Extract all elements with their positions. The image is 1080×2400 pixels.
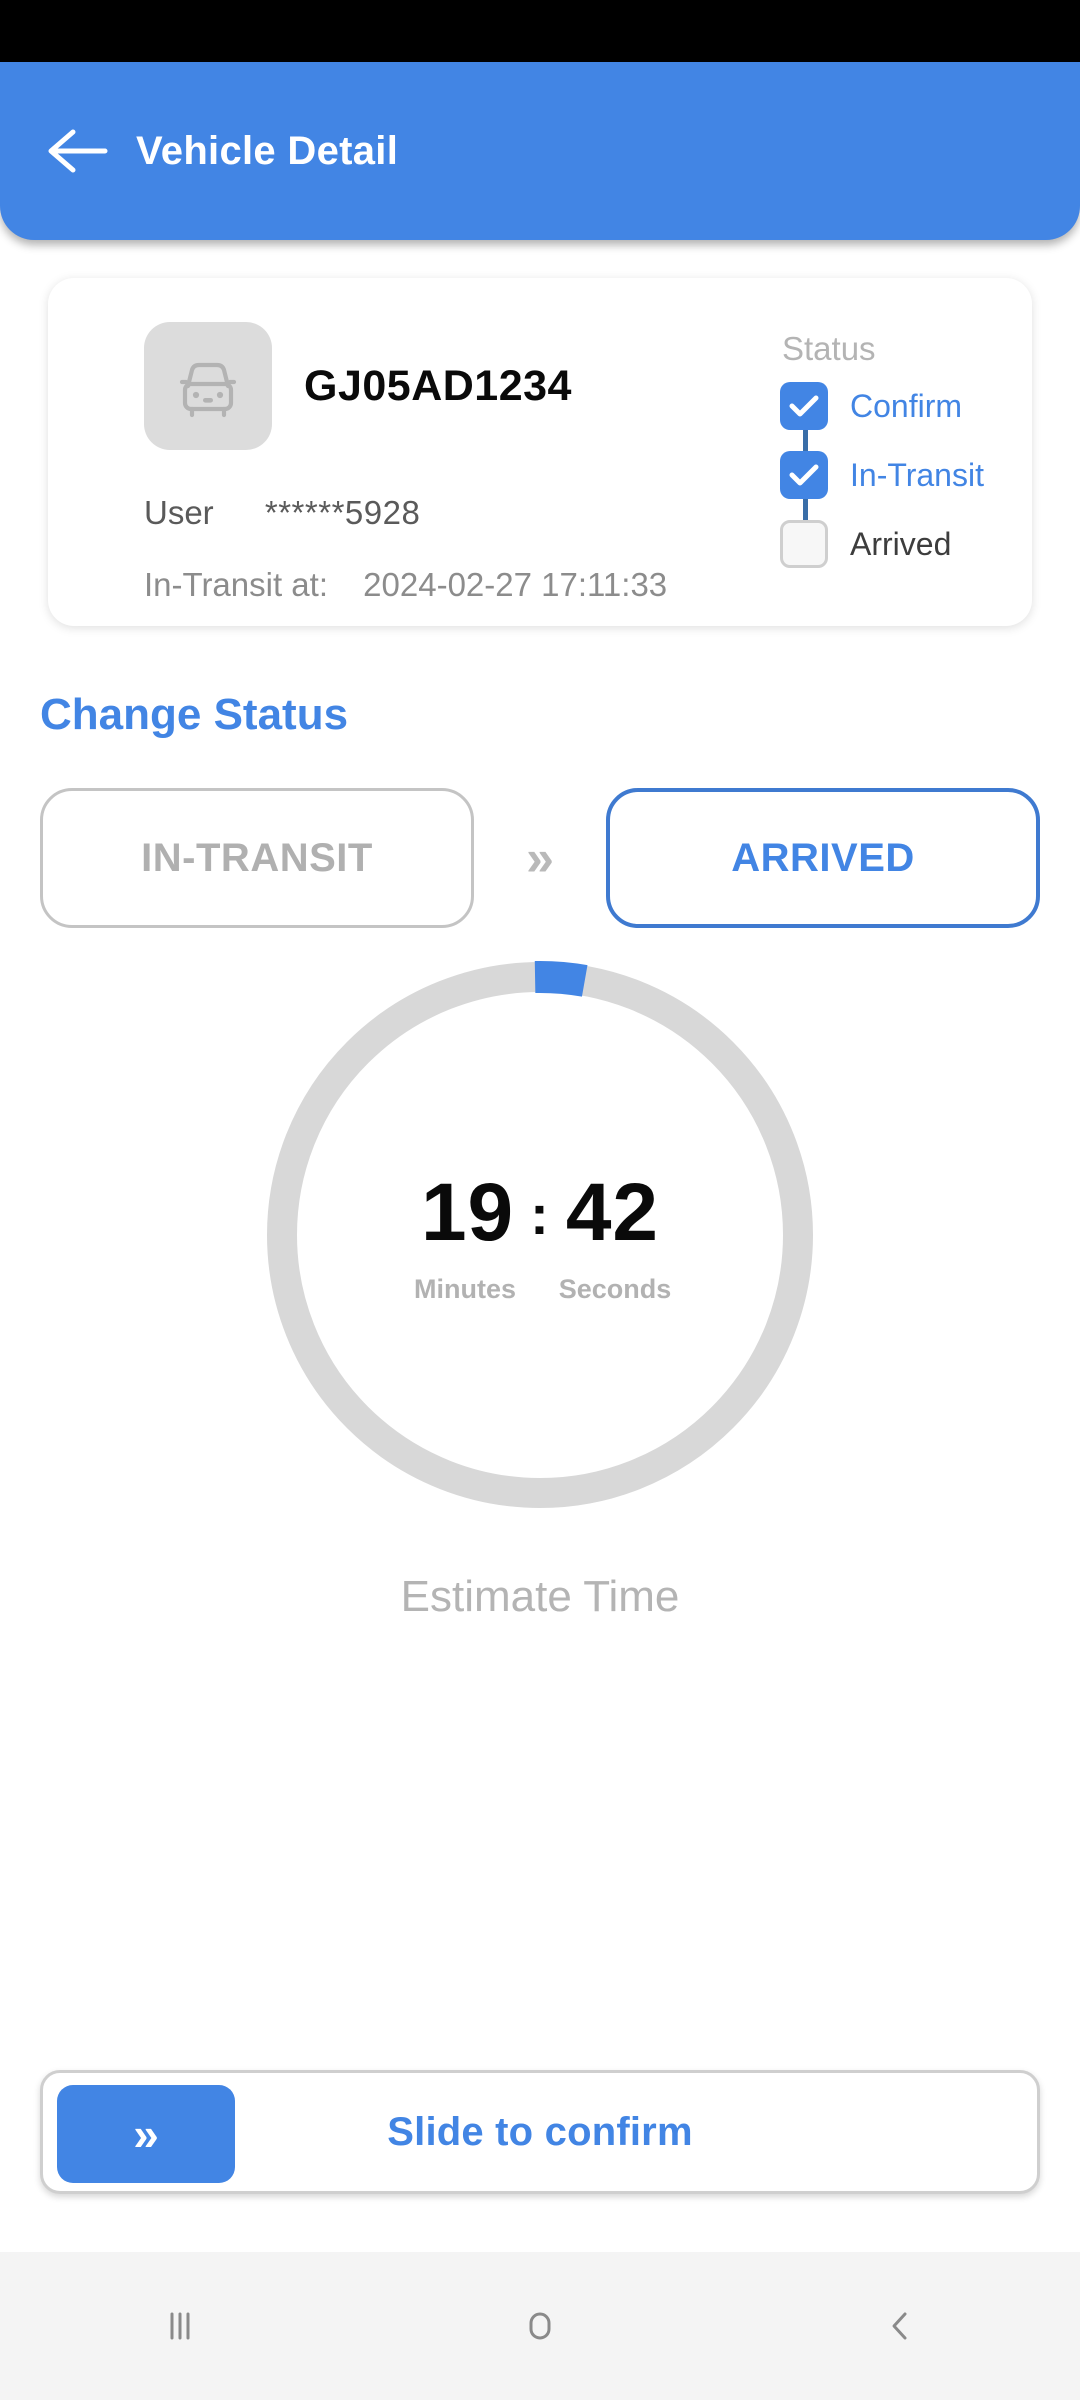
vehicle-avatar [144, 322, 272, 450]
user-label: User [144, 494, 214, 531]
target-status-label: ARRIVED [731, 835, 915, 880]
nav-back-button[interactable] [810, 2252, 990, 2400]
in-transit-timestamp: 2024-02-27 17:11:33 [363, 566, 668, 603]
vehicle-identity-row: GJ05AD1234 [144, 322, 572, 450]
in-transit-row: In-Transit at: 2024-02-27 17:11:33 [144, 566, 667, 604]
double-chevron-right-icon: » [133, 2108, 159, 2160]
timer-center: 19 : 42 Minutes Seconds [250, 945, 830, 1525]
system-status-bar [0, 0, 1080, 62]
target-status-pill[interactable]: ARRIVED [606, 788, 1040, 928]
status-title: Status [782, 330, 876, 367]
arrow-left-icon [48, 129, 108, 173]
current-status-label: IN-TRANSIT [141, 835, 373, 880]
check-icon [789, 464, 819, 486]
app-bar-container: Vehicle Detail [0, 62, 1080, 242]
car-front-icon [179, 362, 237, 418]
estimate-timer-ring: 19 : 42 Minutes Seconds [250, 945, 830, 1525]
status-transition-row: IN-TRANSIT » ARRIVED [40, 784, 1040, 932]
status-step-in-transit[interactable]: In-Transit [780, 451, 1040, 499]
change-status-heading: Change Status [40, 690, 349, 739]
back-icon [892, 2312, 907, 2340]
in-transit-label: In-Transit at: [144, 566, 328, 603]
home-icon [529, 2312, 551, 2340]
transition-arrow-icon: » [474, 829, 606, 887]
seconds-unit-label: Seconds [558, 1273, 672, 1304]
checkbox-confirm[interactable] [780, 382, 828, 430]
back-button[interactable] [26, 99, 130, 203]
user-value: ******5928 [264, 494, 421, 531]
status-label-arrived: Arrived [850, 525, 952, 562]
minutes-unit-label: Minutes [413, 1273, 516, 1304]
current-status-pill: IN-TRANSIT [40, 788, 474, 928]
slide-handle[interactable]: » [57, 2085, 235, 2183]
system-nav-bar [0, 2252, 1080, 2400]
timeline-gap-2 [780, 498, 1040, 522]
user-row: User ******5928 [144, 494, 420, 532]
status-step-confirm[interactable]: Confirm [780, 382, 1040, 430]
recents-icon [170, 2312, 190, 2340]
vehicle-number: GJ05AD1234 [304, 361, 572, 410]
page-title: Vehicle Detail [136, 128, 399, 173]
estimate-time-caption: Estimate Time [400, 1572, 680, 1621]
nav-recents-button[interactable] [90, 2252, 270, 2400]
timer-value: 19 : 42 [421, 1166, 659, 1260]
status-step-arrived[interactable]: Arrived [780, 520, 1040, 568]
app-bar: Vehicle Detail [0, 62, 1080, 240]
timer-seconds: 42 [565, 1166, 660, 1258]
slide-to-confirm[interactable]: Slide to confirm » [40, 2070, 1040, 2194]
timer-minutes: 19 [420, 1166, 515, 1258]
timer-unit-labels: Minutes Seconds [390, 1274, 690, 1305]
phone-screen: Vehicle Detail GJ05AD1234 User ******592… [0, 0, 1080, 2400]
timeline-gap-1 [780, 429, 1040, 453]
checkbox-arrived[interactable] [780, 520, 828, 568]
status-steps: Confirm In-Transit Arrived [780, 382, 1040, 568]
status-label-in-transit: In-Transit [850, 456, 984, 493]
nav-home-button[interactable] [450, 2252, 630, 2400]
status-timeline: Status Confirm In-Transit Arrived [780, 330, 1040, 568]
double-chevron-right-icon: » [526, 830, 554, 886]
check-icon [789, 395, 819, 417]
checkbox-in-transit[interactable] [780, 451, 828, 499]
timer-separator: : [530, 1182, 550, 1246]
status-label-confirm: Confirm [850, 387, 963, 424]
